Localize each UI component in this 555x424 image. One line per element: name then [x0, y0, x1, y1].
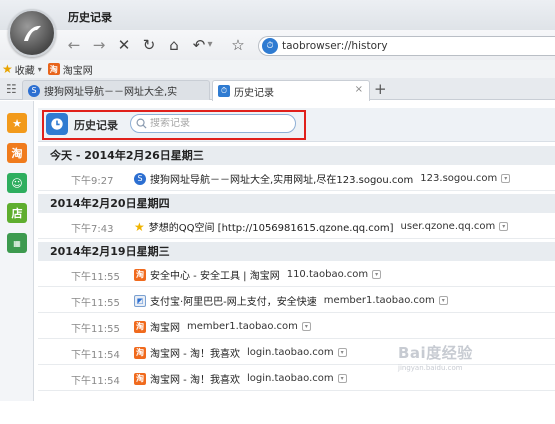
entry-title-link[interactable]: 淘宝网 - 淘！我喜欢	[150, 371, 240, 386]
favorites-bar: ★ 收藏 ▾ 淘 淘宝网	[0, 60, 555, 78]
entry-url: login.taobao.com	[246, 347, 334, 358]
tab-sogou[interactable]: S 搜狗网址导航－－网址大全,实	[22, 80, 210, 100]
tab-list-icon[interactable]: ☷	[6, 82, 17, 96]
bookmark-star-button[interactable]: ☆	[228, 36, 248, 54]
entry-menu-chevron-icon[interactable]: ▾	[301, 322, 311, 331]
sidebar-app-icon[interactable]: ▦	[7, 233, 27, 253]
title-bar: 历史记录	[0, 0, 555, 30]
entry-time: 下午11:55	[71, 298, 120, 309]
favorites-star-icon: ★	[2, 62, 13, 76]
search-icon	[136, 118, 147, 129]
entry-time: 下午11:54	[71, 376, 120, 387]
tab-close-button[interactable]: ×	[355, 84, 363, 95]
stop-button[interactable]: ✕	[114, 36, 134, 54]
history-row[interactable]: 下午9:27 S 搜狗网址导航－－网址大全,实用网址,尽在123.sogou.c…	[38, 166, 555, 191]
sogou-icon: S	[28, 84, 40, 97]
entry-title-link[interactable]: 安全中心 - 安全工具 | 淘宝网	[150, 267, 280, 282]
entry-url: login.taobao.com	[246, 373, 334, 384]
tab-bar: ☷ S 搜狗网址导航－－网址大全,实 ⏱ 历史记录 × +	[0, 78, 555, 101]
entry-url: member1.taobao.com	[323, 295, 435, 306]
entry-menu-chevron-icon[interactable]: ▾	[337, 348, 347, 357]
new-tab-button[interactable]: +	[374, 80, 387, 98]
taobao-icon: 淘	[47, 63, 60, 75]
navigation-bar: ← → ✕ ↻ ⌂ ↶ ▾ ☆ ⏱ taobrowser://history	[0, 30, 555, 60]
sidebar-favorites-icon[interactable]: ★	[7, 113, 27, 133]
history-title: 历史记录	[74, 119, 118, 132]
taobao-icon: 淘	[134, 346, 146, 359]
history-row[interactable]: 下午11:55 淘 淘宝网 member1.taobao.com ▾	[38, 314, 555, 339]
search-box[interactable]	[130, 114, 296, 133]
entry-url: 123.sogou.com	[420, 173, 498, 184]
alipay-icon: ◩	[134, 294, 146, 307]
tab-label: 搜狗网址导航－－网址大全,实	[44, 87, 178, 98]
history-row[interactable]: 下午11:54 淘 淘宝网 - 淘！我喜欢 login.taobao.com ▾	[38, 366, 555, 391]
entry-title-link[interactable]: 梦想的QQ空间 [http://1056981615.qzone.qq.com]	[149, 219, 394, 234]
entry-menu-chevron-icon[interactable]: ▾	[501, 174, 511, 183]
home-button[interactable]: ⌂	[164, 36, 184, 54]
entry-title-link[interactable]: 搜狗网址导航－－网址大全,实用网址,尽在123.sogou.com	[150, 171, 413, 186]
entry-time: 下午9:27	[71, 176, 114, 187]
history-row[interactable]: 下午11:55 淘 安全中心 - 安全工具 | 淘宝网 110.taobao.c…	[38, 262, 555, 287]
entry-url: user.qzone.qq.com	[400, 221, 496, 232]
sidebar: ★ 淘 ☺ 店 ▦	[0, 101, 34, 401]
history-header: 历史记录	[38, 108, 555, 142]
tab-label: 历史记录	[234, 87, 274, 99]
forward-button[interactable]: →	[89, 36, 109, 54]
history-row[interactable]: 下午11:55 ◩ 支付宝·阿里巴巴-网上支付，安全快速 member1.tao…	[38, 288, 555, 313]
watermark-subtext: jingyan.baidu.com	[398, 364, 463, 372]
entry-title-link[interactable]: 淘宝网	[150, 319, 180, 334]
undo-dropdown-icon[interactable]: ▾	[205, 36, 215, 54]
history-page-icon: ⏱	[262, 38, 278, 54]
tab-history[interactable]: ⏱ 历史记录 ×	[212, 80, 370, 101]
favorites-menu[interactable]: 收藏	[15, 62, 35, 77]
browser-logo-mark-icon	[24, 25, 41, 41]
browser-logo-icon[interactable]	[8, 9, 56, 57]
taobao-icon: 淘	[134, 372, 146, 385]
entry-menu-chevron-icon[interactable]: ▾	[337, 374, 347, 383]
entry-menu-chevron-icon[interactable]: ▾	[499, 222, 509, 231]
address-text[interactable]: taobrowser://history	[282, 40, 388, 52]
watermark-text: Bai度经验	[398, 344, 473, 362]
address-bar[interactable]: ⏱ taobrowser://history	[258, 36, 555, 56]
history-row[interactable]: 下午7:43 ★ 梦想的QQ空间 [http://1056981615.qzon…	[38, 214, 555, 239]
entry-time: 下午11:54	[71, 350, 120, 361]
sidebar-contacts-icon[interactable]: ☺	[7, 173, 27, 193]
favorites-dropdown-icon[interactable]: ▾	[38, 65, 42, 74]
entry-url: member1.taobao.com	[187, 321, 298, 332]
entry-menu-chevron-icon[interactable]: ▾	[372, 270, 382, 279]
sogou-icon: S	[134, 172, 146, 185]
sidebar-taobao-icon[interactable]: 淘	[7, 143, 27, 163]
day-header: 今天 - 2014年2月26日星期三	[38, 146, 555, 165]
entry-url: 110.taobao.com	[286, 269, 369, 280]
entry-time: 下午11:55	[71, 324, 120, 335]
entry-time: 下午7:43	[71, 224, 114, 235]
day-header: 2014年2月19日星期三	[38, 242, 555, 261]
entry-title-link[interactable]: 支付宝·阿里巴巴-网上支付，安全快速	[150, 293, 317, 308]
history-tab-icon: ⏱	[218, 85, 230, 97]
history-panel: 历史记录 今天 - 2014年2月26日星期三 下午9:27 S 搜狗网址导航－…	[38, 108, 555, 398]
baidu-watermark: Bai度经验 jingyan.baidu.com	[398, 342, 473, 372]
refresh-button[interactable]: ↻	[139, 36, 159, 54]
favorite-taobao-link[interactable]: 淘宝网	[63, 62, 93, 77]
search-input[interactable]	[150, 118, 280, 129]
history-row[interactable]: 下午11:54 淘 淘宝网 - 淘！我喜欢 login.taobao.com ▾	[38, 340, 555, 365]
taobao-icon: 淘	[134, 268, 146, 281]
entry-title-link[interactable]: 淘宝网 - 淘！我喜欢	[150, 345, 240, 360]
taobao-icon: 淘	[134, 320, 146, 333]
sidebar-shop-icon[interactable]: 店	[7, 203, 27, 223]
entry-time: 下午11:55	[71, 272, 120, 283]
entry-menu-chevron-icon[interactable]: ▾	[438, 296, 448, 305]
back-button[interactable]: ←	[64, 36, 84, 54]
day-header: 2014年2月20日星期四	[38, 194, 555, 213]
qzone-star-icon: ★	[134, 219, 145, 234]
window-title: 历史记录	[68, 11, 112, 24]
history-clock-icon	[46, 113, 68, 135]
